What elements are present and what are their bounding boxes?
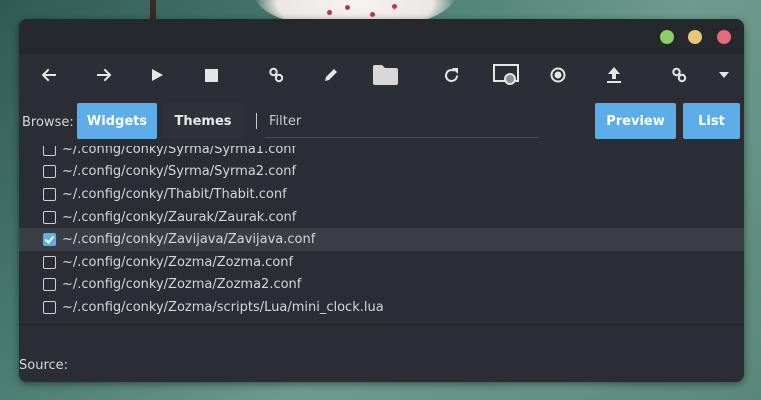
wallpaper-petal-dot xyxy=(392,4,397,9)
file-path-label: ~/.config/conky/Zozma/scripts/Lua/mini_c… xyxy=(62,299,384,315)
checkbox[interactable] xyxy=(43,165,56,179)
checkbox[interactable] xyxy=(43,255,56,269)
checkmark-icon xyxy=(44,236,55,245)
checkbox[interactable] xyxy=(43,210,56,224)
widgets-tab-button[interactable]: Widgets xyxy=(77,103,157,139)
list-item[interactable]: ~/.config/conky/Syrma/Syrma1.conf xyxy=(19,146,744,161)
close-button[interactable] xyxy=(717,30,731,44)
upload-icon[interactable] xyxy=(597,58,631,92)
file-list-items: ~/.config/conky/Syrma/Syrma1.conf ~/.conf… xyxy=(19,146,744,324)
settings-gears-icon[interactable] xyxy=(259,58,293,92)
back-arrow-icon[interactable] xyxy=(32,58,66,92)
record-icon[interactable] xyxy=(541,58,575,92)
minimize-button[interactable] xyxy=(660,30,674,44)
forward-arrow-icon[interactable] xyxy=(87,58,121,92)
themes-tab-button[interactable]: Themes xyxy=(162,103,244,139)
file-path-label: ~/.config/conky/Zozma/Zozma2.conf xyxy=(62,277,302,293)
status-panel: Source: xyxy=(19,325,744,382)
stop-icon[interactable] xyxy=(194,58,228,92)
file-path-label: ~/.config/conky/Syrma/Syrma1.conf xyxy=(62,146,297,157)
checkbox[interactable] xyxy=(43,187,56,201)
browse-label: Browse: xyxy=(22,115,74,130)
wallpaper-petal-dot xyxy=(327,10,332,15)
list-item[interactable]: ~/.config/conky/Syrma/Syrma2.conf xyxy=(19,161,744,184)
list-item[interactable]: ~/.config/conky/Zozma/Zozma2.conf xyxy=(19,274,744,297)
separator xyxy=(256,113,257,129)
edit-pencil-icon[interactable] xyxy=(314,58,348,92)
file-path-label: ~/.config/conky/Zaurak/Zaurak.conf xyxy=(62,209,297,225)
play-icon[interactable] xyxy=(140,58,174,92)
dropdown-caret-icon[interactable] xyxy=(707,58,741,92)
filter-input[interactable] xyxy=(265,105,539,138)
checkbox[interactable] xyxy=(43,278,56,292)
settings-gears-icon[interactable] xyxy=(662,58,696,92)
refresh-icon[interactable] xyxy=(434,58,468,92)
wallpaper-petal-dot xyxy=(345,5,350,10)
file-path-label: ~/.config/conky/Syrma/Syrma2.conf xyxy=(62,164,297,180)
app-window: Browse: Widgets Themes Preview List ~/.c… xyxy=(19,19,744,382)
checkbox[interactable] xyxy=(43,300,56,314)
file-path-label: ~/.config/conky/Thabit/Thabit.conf xyxy=(62,186,287,202)
preview-button[interactable]: Preview xyxy=(595,103,676,139)
list-item[interactable]: ~/.config/conky/Thabit/Thabit.conf xyxy=(19,183,744,206)
file-path-label: ~/.config/conky/Zozma/Zozma.conf xyxy=(62,254,294,270)
maximize-button[interactable] xyxy=(688,30,702,44)
wallpaper-petal-dot xyxy=(370,12,375,17)
folder-icon[interactable] xyxy=(367,58,403,92)
file-list: ~/.config/conky/Syrma/Syrma1.conf ~/.conf… xyxy=(19,146,744,324)
display-settings-icon[interactable] xyxy=(488,58,524,92)
file-path-label: ~/.config/conky/Zavijava/Zavijava.conf xyxy=(62,232,316,248)
list-item[interactable]: ~/.config/conky/Zavijava/Zavijava.conf xyxy=(19,228,744,251)
list-item[interactable]: ~/.config/conky/Zozma/scripts/Lua/mini_c… xyxy=(19,296,744,319)
title-bar xyxy=(19,19,744,54)
list-button[interactable]: List xyxy=(683,103,740,139)
source-label: Source: xyxy=(19,358,69,373)
browse-bar: Browse: Widgets Themes Preview List xyxy=(19,102,744,142)
toolbar xyxy=(19,54,744,96)
list-item[interactable]: ~/.config/conky/Zozma/Zozma.conf xyxy=(19,251,744,274)
checkbox[interactable] xyxy=(43,146,56,156)
list-item[interactable]: ~/.config/conky/Zaurak/Zaurak.conf xyxy=(19,206,744,229)
checkbox-checked[interactable] xyxy=(43,233,56,247)
